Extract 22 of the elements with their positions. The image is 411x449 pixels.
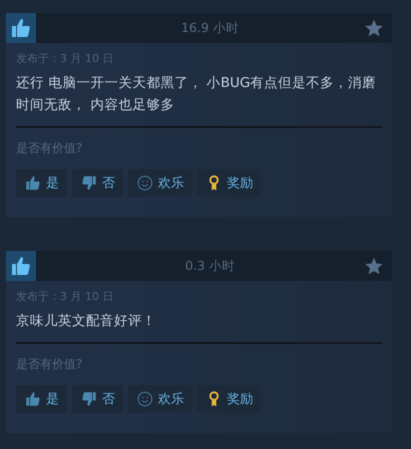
review-text: 京味儿英文配音好评！ bbox=[16, 312, 157, 331]
thumbs-down-icon bbox=[80, 174, 98, 192]
award-button[interactable]: 奖励 bbox=[197, 169, 261, 197]
smiley-icon bbox=[136, 174, 154, 192]
star-icon[interactable] bbox=[364, 256, 384, 276]
helpful-prompt: 是否有价值? bbox=[16, 356, 84, 373]
smiley-icon bbox=[136, 390, 154, 408]
star-icon[interactable] bbox=[364, 18, 384, 38]
thumbs-up-icon bbox=[24, 390, 42, 408]
helpful-no-button[interactable]: 否 bbox=[72, 169, 123, 197]
award-button[interactable]: 奖励 bbox=[197, 385, 261, 413]
playtime-hours: 0.3 小时 bbox=[184, 258, 236, 274]
thumbs-down-icon bbox=[80, 390, 98, 408]
helpful-yes-button[interactable]: 是 bbox=[16, 385, 67, 413]
helpful-no-button[interactable]: 否 bbox=[72, 385, 123, 413]
playtime-hours: 16.9 小时 bbox=[180, 20, 240, 36]
thumbs-up-icon bbox=[24, 174, 42, 192]
helpful-prompt: 是否有价值? bbox=[16, 140, 84, 157]
review-text: 还行 电脑一开一关天都黑了， 小BUG有点但是不多，消磨时间无敌， 内容也足够多 bbox=[16, 74, 378, 115]
helpful-yes-button[interactable]: 是 bbox=[16, 169, 67, 197]
funny-button[interactable]: 欢乐 bbox=[128, 169, 192, 197]
funny-button[interactable]: 欢乐 bbox=[128, 385, 192, 413]
